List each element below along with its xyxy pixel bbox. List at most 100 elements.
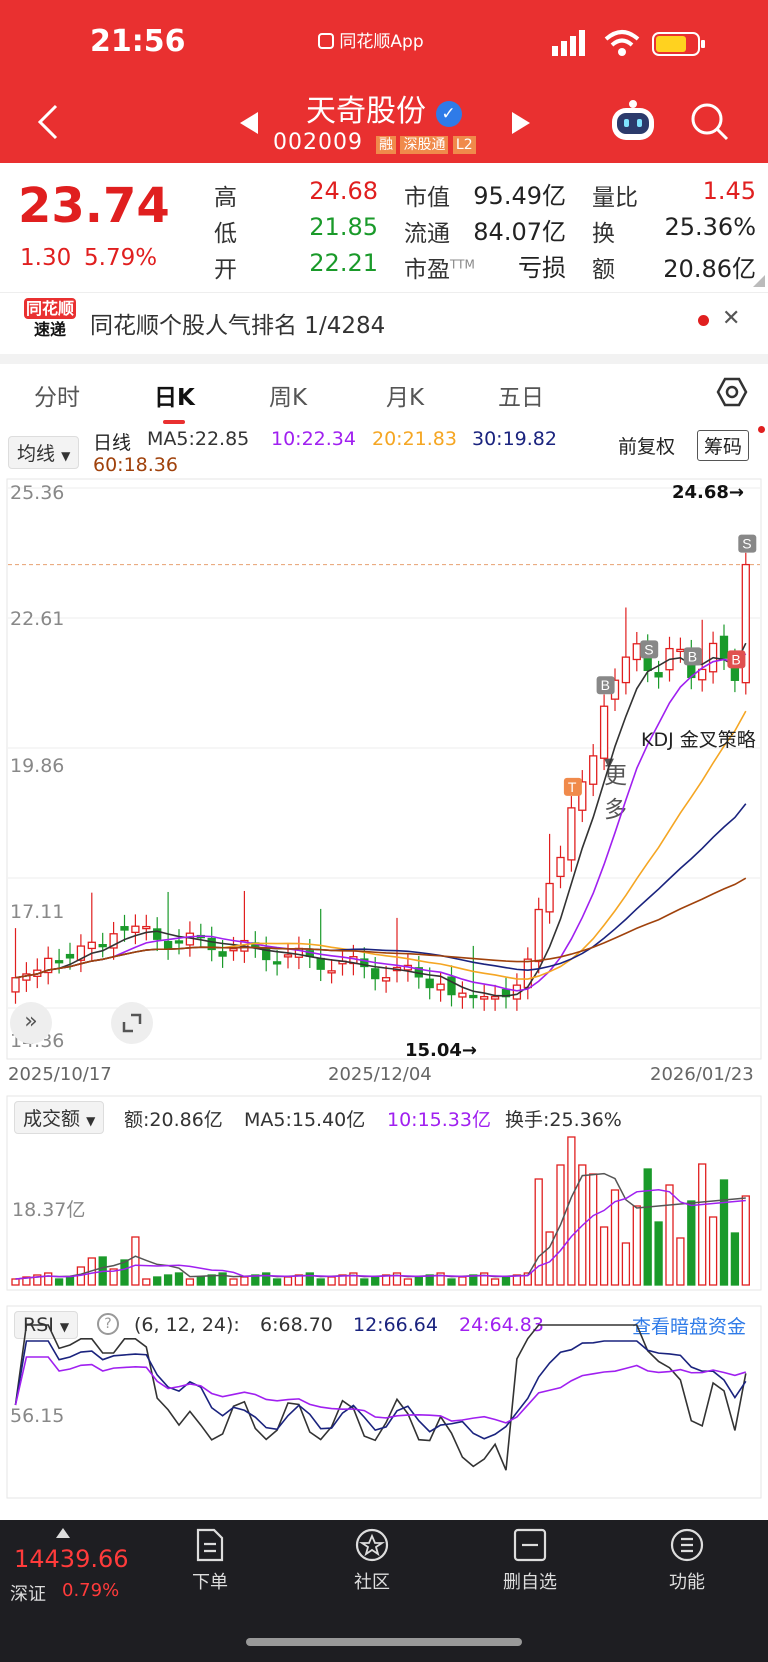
strategy-label[interactable]: KDJ 金叉策略 bbox=[641, 725, 756, 752]
signal-badge-text: B bbox=[601, 677, 610, 693]
pe-value: 亏损 bbox=[518, 254, 566, 282]
float-label: 流通 bbox=[404, 221, 450, 247]
volume-bar bbox=[272, 1278, 282, 1286]
float-value: 84.07亿 bbox=[473, 218, 566, 246]
candle-body bbox=[556, 856, 565, 878]
badge-l2: L2 bbox=[452, 136, 476, 154]
adjust-label[interactable]: 前复权 bbox=[618, 432, 675, 459]
news-logo-bottom: 速递 bbox=[33, 320, 66, 339]
order-doc-icon bbox=[196, 1528, 224, 1562]
news-logo-top: 同花顺 bbox=[24, 298, 76, 319]
next-stock-icon[interactable] bbox=[510, 110, 532, 136]
volume-bar bbox=[719, 1179, 729, 1286]
candle-body bbox=[425, 978, 434, 989]
volume-bar bbox=[153, 1276, 162, 1286]
candle-body bbox=[65, 953, 75, 959]
vr-value: 1.45 bbox=[702, 177, 756, 205]
signal-badge-text: T bbox=[568, 779, 577, 795]
ma60-legend: 60:18.36 bbox=[93, 454, 178, 476]
chips-button[interactable]: 筹码 bbox=[697, 430, 750, 461]
prev-stock-icon[interactable] bbox=[238, 110, 260, 136]
open-label: 开 bbox=[214, 257, 237, 283]
candle-body bbox=[490, 996, 500, 1000]
volume-bar bbox=[599, 1226, 609, 1286]
battery-icon bbox=[652, 32, 705, 56]
candle-body bbox=[698, 668, 707, 681]
expand-left-icon[interactable]: » bbox=[10, 1002, 52, 1044]
open-value: 22.21 bbox=[309, 249, 378, 277]
nav-community[interactable]: 社区 bbox=[322, 1528, 422, 1594]
volume-bar bbox=[283, 1276, 293, 1286]
robot-assistant-icon[interactable] bbox=[608, 98, 658, 144]
volume-bar bbox=[316, 1278, 325, 1286]
volume-bar bbox=[371, 1276, 380, 1286]
volume-bar bbox=[698, 1163, 707, 1286]
app-logo-icon bbox=[318, 33, 334, 49]
close-news-icon[interactable]: ✕ bbox=[722, 306, 740, 331]
signal-badge-text: S bbox=[742, 536, 751, 552]
expand-corner-icon[interactable] bbox=[752, 274, 766, 288]
index-name: 深证 bbox=[10, 1584, 46, 1605]
amount-label: 额 bbox=[592, 257, 615, 283]
news-text[interactable]: 同花顺个股人气排名 1/4284 bbox=[90, 306, 385, 340]
rsi6-line bbox=[14, 1324, 747, 1471]
volume-bar bbox=[501, 1276, 511, 1286]
nav-remove-watchlist[interactable]: 删自选 bbox=[480, 1528, 580, 1594]
stock-code: 002009 bbox=[273, 130, 363, 155]
volume-bar bbox=[414, 1276, 423, 1286]
rsi-chart[interactable] bbox=[0, 1305, 768, 1501]
back-icon[interactable] bbox=[34, 102, 64, 142]
candle-body bbox=[436, 983, 445, 991]
volume-bar bbox=[589, 1173, 598, 1286]
nav-functions[interactable]: 功能 bbox=[637, 1528, 737, 1594]
volume-bar bbox=[11, 1278, 20, 1286]
y-tick-3: 17.11 bbox=[10, 901, 65, 923]
signal-icon bbox=[552, 30, 585, 56]
fullscreen-icon[interactable] bbox=[111, 1002, 153, 1044]
candle-body bbox=[567, 807, 576, 861]
volume-bar bbox=[665, 1184, 674, 1286]
tab-monthly-k[interactable]: 月K bbox=[386, 378, 424, 412]
nav-order[interactable]: 下单 bbox=[160, 1528, 260, 1594]
tab-five-day[interactable]: 五日 bbox=[498, 378, 544, 412]
volume-bar bbox=[708, 1216, 718, 1286]
ma5-line bbox=[15, 642, 747, 997]
high-value: 24.68 bbox=[309, 177, 378, 205]
volume-bar bbox=[120, 1259, 129, 1286]
volume-bar bbox=[44, 1272, 53, 1286]
wifi-icon bbox=[604, 30, 640, 56]
index-value[interactable]: 14439.66 bbox=[14, 1545, 129, 1573]
volume-chart[interactable] bbox=[0, 1095, 768, 1295]
candle-body bbox=[218, 951, 227, 957]
volume-bar bbox=[327, 1276, 336, 1286]
volume-bar bbox=[403, 1278, 413, 1286]
volume-bar bbox=[687, 1200, 696, 1286]
candle-body bbox=[272, 961, 282, 965]
kline-chart[interactable]: B S B B T S bbox=[0, 478, 768, 1068]
tab-weekly-k[interactable]: 周K bbox=[269, 378, 307, 412]
signal-badge-text: B bbox=[731, 651, 740, 667]
community-icon bbox=[355, 1528, 389, 1562]
candle-body bbox=[599, 705, 609, 759]
turnover-value: 25.36% bbox=[664, 213, 756, 241]
search-icon[interactable] bbox=[690, 102, 730, 142]
period-label: 日线 bbox=[93, 432, 132, 454]
unread-dot bbox=[698, 315, 709, 326]
candle-body bbox=[676, 648, 685, 653]
candle-body bbox=[316, 957, 325, 970]
tab-daily-k[interactable]: 日K bbox=[154, 378, 195, 412]
candle-body bbox=[327, 970, 336, 974]
volume-bar bbox=[174, 1272, 184, 1286]
candle-body bbox=[381, 977, 391, 982]
y-tick-1: 22.61 bbox=[10, 608, 65, 630]
status-time: 21:56 bbox=[90, 24, 186, 59]
settings-hex-icon[interactable] bbox=[716, 376, 748, 408]
volume-bar bbox=[643, 1168, 652, 1286]
tab-intraday[interactable]: 分时 bbox=[34, 378, 80, 412]
volume-bar bbox=[447, 1278, 456, 1286]
volume-bar bbox=[632, 1205, 641, 1286]
indicator-dropdown[interactable]: 均线 ▼ bbox=[8, 436, 80, 469]
candle-body bbox=[719, 635, 729, 659]
candle-body bbox=[589, 755, 598, 785]
functions-icon bbox=[670, 1528, 704, 1562]
